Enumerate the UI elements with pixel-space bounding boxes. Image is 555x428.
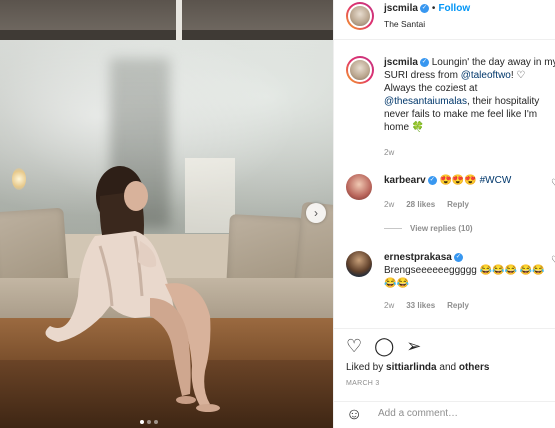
carousel-dot [147, 420, 151, 424]
hashtag-link[interactable]: #WCW [480, 175, 512, 186]
caption-timestamp[interactable]: 2w [384, 148, 394, 157]
liked-by: Liked by sittiarlinda and others [346, 362, 489, 373]
heart-icon[interactable]: ♡ [551, 178, 555, 189]
view-replies-label: View replies (10) [410, 224, 473, 233]
post-date[interactable]: MARCH 3 [346, 380, 380, 387]
window-frame [0, 30, 333, 40]
author-line: jscmila ✓ • Follow [384, 3, 470, 14]
divider [384, 228, 402, 230]
comment-body: 😍😍😍 [439, 175, 480, 186]
comment-timestamp[interactable]: 2w [384, 200, 394, 209]
liked-and: and [436, 362, 459, 373]
view-replies-button[interactable]: View replies (10) [384, 224, 473, 233]
liked-others-link[interactable]: others [459, 362, 490, 373]
post-photo[interactable]: › [0, 0, 333, 428]
author-avatar[interactable] [346, 2, 374, 30]
verified-badge-icon: ✓ [419, 57, 429, 67]
liked-prefix: Liked by [346, 362, 387, 373]
wall-lamp [12, 168, 26, 190]
comment-body: Brengseeeeeeggggg 😂😂😂 😂😂😂😂 [384, 265, 545, 289]
emoji-icon[interactable]: ☺ [346, 406, 362, 424]
comment-text: ernestprakasa ✓ Brengseeeeeeggggg 😂😂😂 😂😂😂… [384, 251, 552, 290]
action-bar: ♡ ◯ ➢ [346, 337, 421, 355]
reply-button[interactable]: Reply [447, 301, 469, 310]
comment-likes[interactable]: 28 likes [406, 200, 435, 209]
comment-text: karbearv ✓ 😍😍😍 #WCW [384, 174, 552, 187]
comment-likes[interactable]: 33 likes [406, 301, 435, 310]
comment-meta: 2w 33 likes Reply [384, 301, 469, 310]
follow-button[interactable]: Follow [438, 3, 470, 14]
verified-badge-icon: ✓ [427, 175, 437, 185]
carousel-next-button[interactable]: › [306, 203, 326, 223]
mention-link[interactable]: @taleoftwo [461, 70, 511, 81]
mention-link[interactable]: @thesantaiumalas [384, 96, 467, 107]
commenter-username[interactable]: karbearv [384, 175, 426, 186]
share-icon[interactable]: ➢ [406, 337, 421, 355]
chevron-right-icon: › [314, 206, 318, 220]
post-actions: ♡ ◯ ➢ Liked by sittiarlinda and others M… [334, 328, 555, 428]
carousel-dot [140, 420, 144, 424]
add-comment-bar: ☺ [334, 401, 555, 428]
comment-icon[interactable]: ◯ [374, 337, 394, 355]
carousel-indicator [140, 420, 158, 424]
verified-badge-icon: ✓ [419, 3, 429, 13]
comment-meta: 2w 28 likes Reply [384, 200, 469, 209]
commenter-avatar[interactable] [346, 174, 372, 200]
woman-figure [45, 166, 220, 412]
commenter-avatar[interactable] [346, 251, 372, 277]
author-username[interactable]: jscmila [384, 3, 418, 14]
heart-icon[interactable]: ♡ [346, 337, 362, 355]
post-header: jscmila ✓ • Follow The Santai [334, 0, 555, 40]
commenter-username[interactable]: ernestprakasa [384, 252, 452, 263]
location-link[interactable]: The Santai [384, 19, 425, 29]
comment-input[interactable] [378, 408, 548, 419]
caption-username[interactable]: jscmila [384, 57, 418, 68]
verified-badge-icon: ✓ [453, 252, 463, 262]
caption-avatar[interactable] [346, 56, 374, 84]
reply-button[interactable]: Reply [447, 200, 469, 209]
liked-user-link[interactable]: sittiarlinda [386, 362, 437, 373]
window-mullion [176, 0, 182, 40]
heart-icon[interactable]: ♡ [551, 255, 555, 266]
caption-text: jscmila ✓ Loungin' the day away in my SUR… [384, 56, 555, 134]
comment-timestamp[interactable]: 2w [384, 301, 394, 310]
post-sidebar: jscmila ✓ • Follow The Santai jscmila ✓ Loun… [333, 0, 555, 428]
separator: • [431, 3, 436, 14]
carousel-dot [154, 420, 158, 424]
